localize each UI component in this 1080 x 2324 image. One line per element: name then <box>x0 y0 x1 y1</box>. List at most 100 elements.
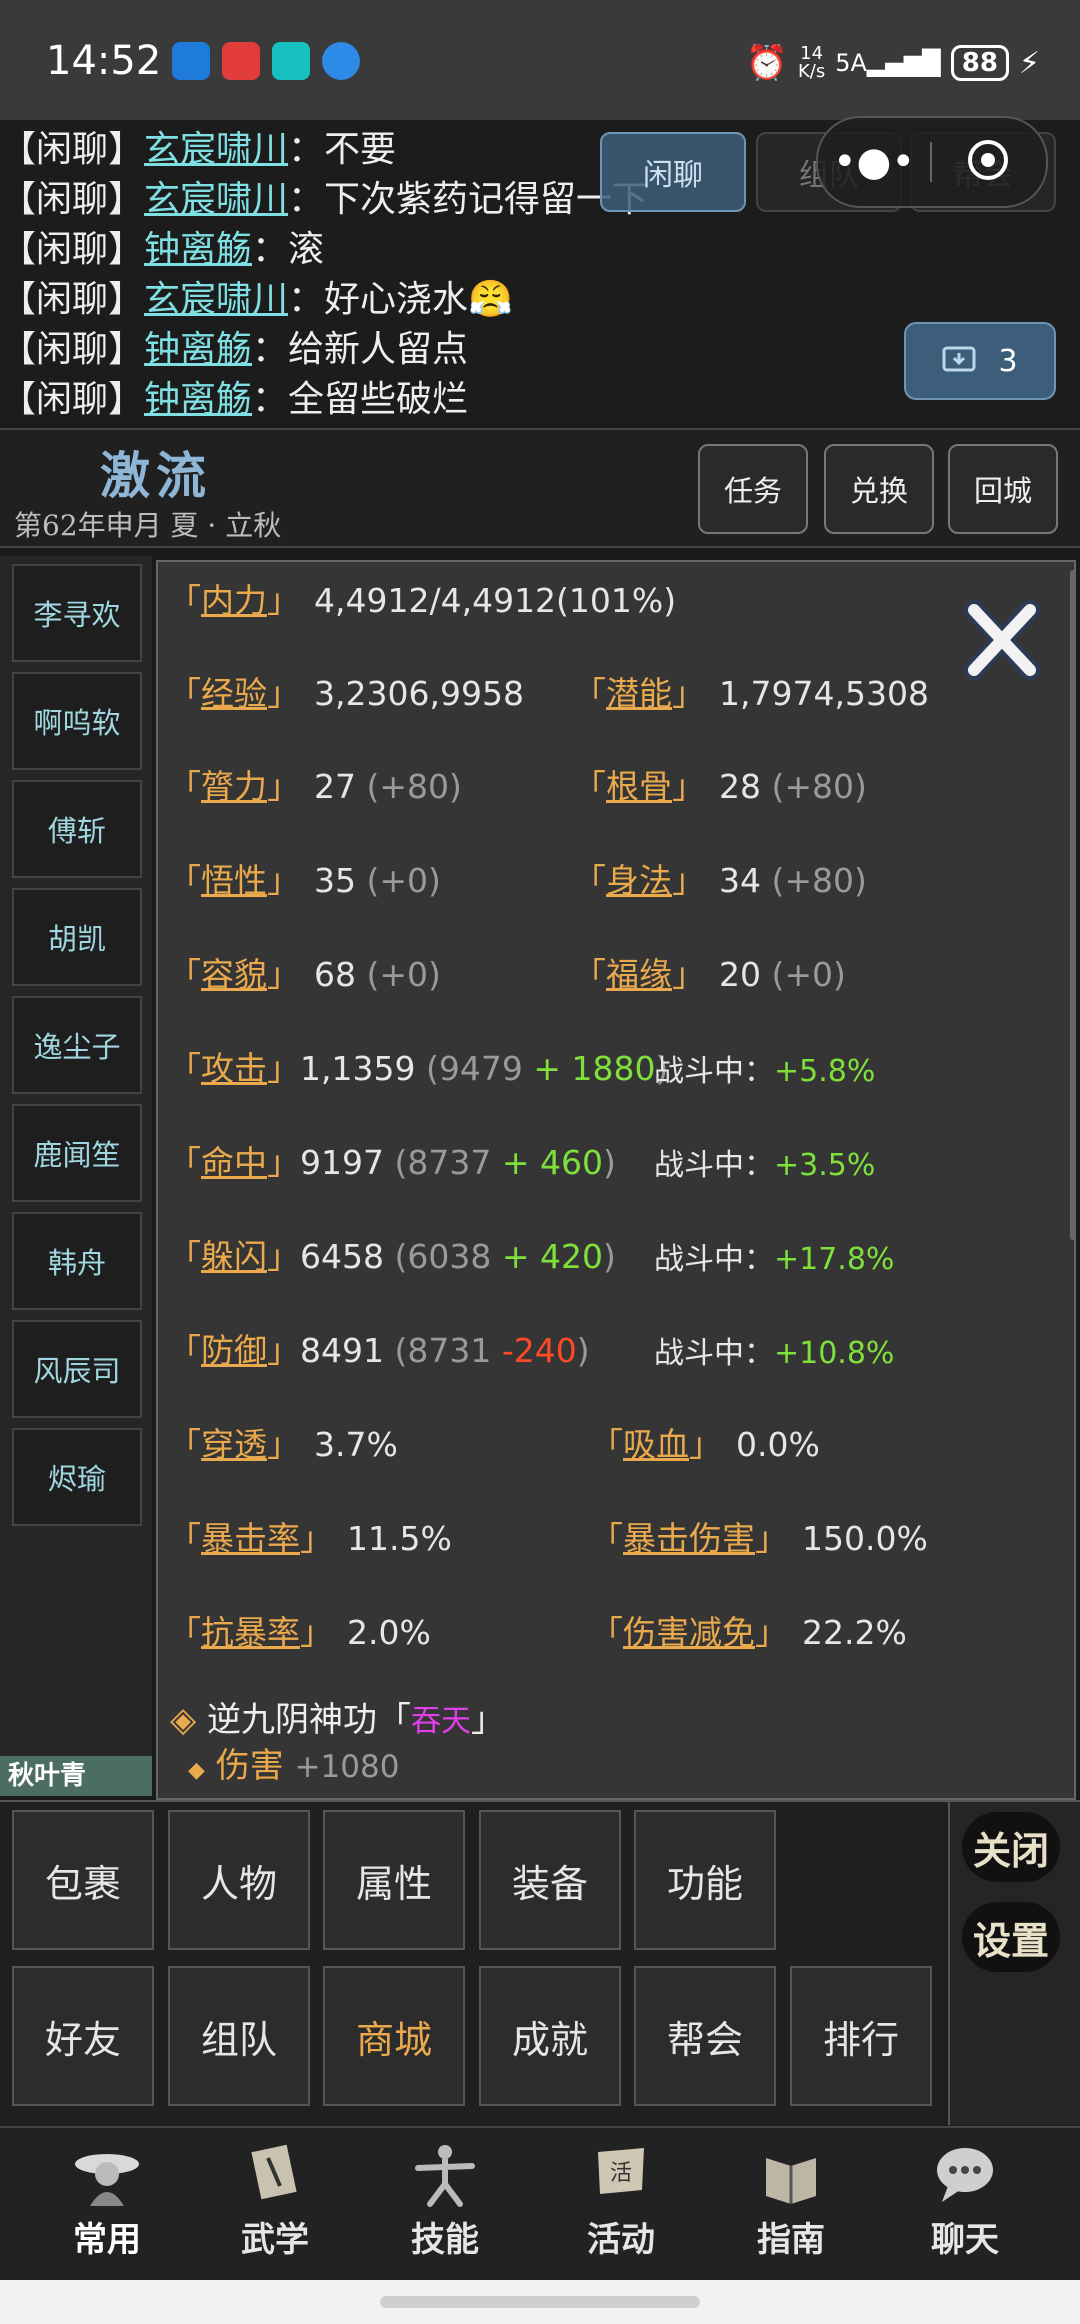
attr-experience: 「经验」 3,2306,9958 <box>168 674 524 713</box>
player-list: 李寻欢 啊呜软 傅斩 胡凯 逸尘子 鹿闻笙 韩舟 风辰司 烬瑜 <box>0 556 152 1756</box>
settings-button[interactable]: 设置 <box>962 1902 1060 1972</box>
home-indicator[interactable] <box>380 2296 700 2308</box>
accuracy-combat-bonus: 战斗中：+3.5% <box>654 1148 876 1183</box>
alarm-icon: ⏰ <box>745 43 788 83</box>
menu-shop-button[interactable]: 商城 <box>323 1966 465 2106</box>
chat-user-name[interactable]: 钟离觞 <box>144 329 252 370</box>
chat-line: 【闲聊】钟离觞：全留些破烂 <box>0 379 469 420</box>
menu-bag-button[interactable]: 包裹 <box>12 1810 154 1950</box>
chat-user-name[interactable]: 玄宸啸川 <box>144 279 288 320</box>
defense-combat-bonus: 战斗中：+10.8% <box>654 1336 895 1371</box>
menu-attributes-button[interactable]: 属性 <box>323 1810 465 1950</box>
dodge-combat-bonus: 战斗中：+17.8% <box>654 1242 895 1277</box>
battery-indicator: 88 <box>950 45 1009 81</box>
attr-crit-rate: 「暴击率」 11.5% <box>168 1519 452 1558</box>
player-item[interactable]: 傅斩 <box>12 780 142 878</box>
attr-potential: 「潜能」 1,7974,5308 <box>573 674 929 713</box>
chat-line: 【闲聊】玄宸啸川：下次紫药记得留一下 <box>0 179 649 220</box>
signal-icon: 5A▂▄▆█ <box>835 49 941 77</box>
chat-user-name[interactable]: 玄宸啸川 <box>144 179 288 220</box>
menu-ranking-button[interactable]: 排行 <box>790 1966 932 2106</box>
attr-constitution: 「根骨」 28 (+80) <box>573 767 867 806</box>
nav-martial-arts[interactable]: 武学 <box>200 2130 350 2280</box>
attr-appearance: 「容貌」 68 (+0) <box>168 955 441 994</box>
attr-neili: 「内力」 4,4912/4,4912(101%) <box>168 581 677 620</box>
download-tray-icon <box>942 346 976 372</box>
attr-dodge: 「躲闪」6458 (6038 + 420) <box>168 1237 616 1276</box>
player-item[interactable]: 胡凯 <box>12 888 142 986</box>
panel-scrollbar[interactable] <box>1070 570 1076 1240</box>
skill-title: ◈ 逆九阴神功「吞天」 <box>170 1700 505 1740</box>
scroll-icon <box>251 2144 297 2200</box>
chat-line: 【闲聊】玄宸啸川：好心浇水😤 <box>0 279 513 320</box>
charging-icon: ⚡ <box>1018 45 1040 81</box>
net-speed: 14 K/s <box>797 43 826 82</box>
menu-functions-button[interactable]: 功能 <box>634 1810 776 1950</box>
inbox-count: 3 <box>998 343 1018 379</box>
current-player-name: 秋叶青 <box>0 1756 152 1796</box>
book-icon <box>766 2158 816 2204</box>
nav-guide[interactable]: 指南 <box>716 2130 866 2280</box>
chat-line: 【闲聊】玄宸啸川：不要 <box>0 129 397 170</box>
chat-bubble-icon <box>937 2148 993 2202</box>
attr-defense: 「防御」8491 (8731 -240) <box>168 1331 590 1370</box>
menu-friends-button[interactable]: 好友 <box>12 1966 154 2106</box>
player-item[interactable]: 风辰司 <box>12 1320 142 1418</box>
attr-agility: 「身法」 34 (+80) <box>573 861 867 900</box>
close-menu-button[interactable]: 关闭 <box>962 1812 1060 1882</box>
status-time: 14:52 <box>46 38 162 84</box>
svg-text:活: 活 <box>610 2161 632 2186</box>
player-item[interactable]: 逸尘子 <box>12 996 142 1094</box>
menu-character-button[interactable]: 人物 <box>168 1810 310 1950</box>
player-item[interactable]: 啊呜软 <box>12 672 142 770</box>
close-miniprogram-icon[interactable] <box>968 140 1008 180</box>
chat-user-name[interactable]: 钟离觞 <box>144 379 252 420</box>
attribute-panel: 「内力」 4,4912/4,4912(101%) 「经验」 3,2306,9958 … <box>156 560 1076 1800</box>
capsule-divider <box>930 142 932 182</box>
chat-line: 【闲聊】钟离觞：给新人留点 <box>0 329 469 370</box>
menu-achievements-button[interactable]: 成就 <box>479 1966 621 2106</box>
attr-damage-reduction: 「伤害减免」 22.2% <box>590 1613 907 1652</box>
return-city-button[interactable]: 回城 <box>948 444 1058 534</box>
attr-luck: 「福缘」 20 (+0) <box>573 955 846 994</box>
more-options-icon[interactable]: •●• <box>818 118 930 206</box>
nav-chat[interactable]: 聊天 <box>890 2130 1040 2280</box>
player-item[interactable]: 韩舟 <box>12 1212 142 1310</box>
attr-accuracy: 「命中」9197 (8737 + 460) <box>168 1143 616 1182</box>
quest-button[interactable]: 任务 <box>698 444 808 534</box>
nav-common[interactable]: 常用 <box>32 2130 182 2280</box>
menu-equipment-button[interactable]: 装备 <box>479 1810 621 1950</box>
small-diamond-icon: ◆ <box>188 1758 205 1783</box>
menu-guild-button[interactable]: 帮会 <box>634 1966 776 2106</box>
attr-penetration: 「穿透」 3.7% <box>168 1425 398 1464</box>
close-icon[interactable] <box>960 598 1044 682</box>
menu-team-button[interactable]: 组队 <box>168 1966 310 2106</box>
miniprogram-capsule: •●• <box>816 116 1048 208</box>
inbox-button[interactable]: 3 <box>904 322 1056 400</box>
status-bar: 14:52 ⏰ 14 K/s 5A▂▄▆█ 88 ⚡ <box>0 0 1080 120</box>
hat-icon <box>75 2154 139 2206</box>
exchange-button[interactable]: 兑换 <box>824 444 934 534</box>
chat-user-name[interactable]: 玄宸啸川 <box>144 129 288 170</box>
status-indicators: ⏰ 14 K/s 5A▂▄▆█ 88 ⚡ <box>746 38 1040 88</box>
martial-pose-icon <box>415 2145 475 2207</box>
diamond-icon: ◈ <box>170 1700 197 1740</box>
player-item[interactable]: 李寻欢 <box>12 564 142 662</box>
attr-crit-resist: 「抗暴率」 2.0% <box>168 1613 431 1652</box>
chat-line: 【闲聊】钟离觞：滚 <box>0 229 325 270</box>
taptap-icon <box>272 42 310 80</box>
nav-activities[interactable]: 活 活动 <box>546 2130 696 2280</box>
tab-chat-casual[interactable]: 闲聊 <box>600 132 746 212</box>
attr-crit-damage: 「暴击伤害」 150.0% <box>590 1519 928 1558</box>
chat-user-name[interactable]: 钟离觞 <box>144 229 252 270</box>
player-item[interactable]: 鹿闻笙 <box>12 1104 142 1202</box>
attr-attack: 「攻击」1,1359 (9479 + 1880) <box>168 1049 669 1088</box>
browser-icon <box>322 42 360 80</box>
attr-lifesteal: 「吸血」 0.0% <box>590 1425 820 1464</box>
game-date: 第62年申月 夏 · 立秋 <box>14 509 282 542</box>
player-item[interactable]: 烬瑜 <box>12 1428 142 1526</box>
banner-icon: 活 <box>598 2148 644 2194</box>
nav-skills[interactable]: 技能 <box>370 2130 520 2280</box>
attack-combat-bonus: 战斗中：+5.8% <box>654 1054 876 1089</box>
scene-title: 激流 <box>100 446 212 505</box>
